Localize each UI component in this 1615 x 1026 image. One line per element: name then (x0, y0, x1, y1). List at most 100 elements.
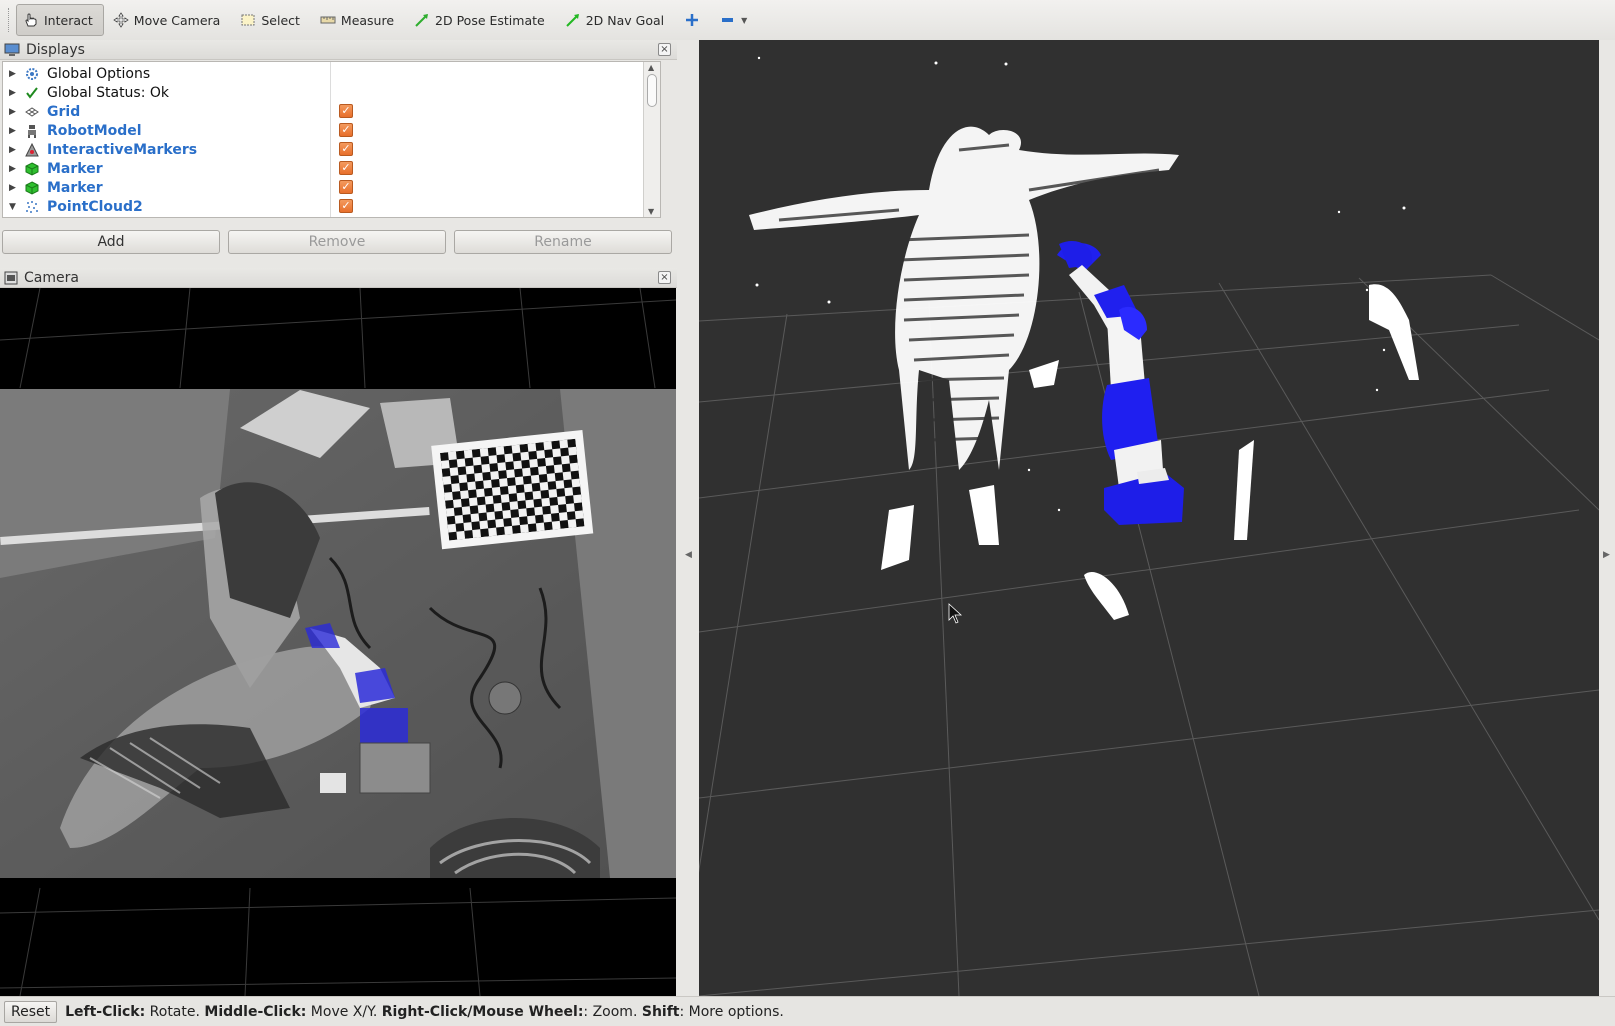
nav-arrow-icon (566, 14, 579, 27)
displays-panel-title: Displays (26, 41, 85, 58)
expand-arrow-icon[interactable]: ▶ (9, 69, 23, 79)
rename-display-button[interactable]: Rename (454, 230, 672, 254)
3d-scene (699, 56, 1599, 996)
chevron-down-icon: ▼ (741, 15, 748, 25)
hint-key: Right-Click/Mouse Wheel: (381, 1003, 584, 1020)
point-cloud (749, 56, 1419, 620)
toolbar-grip[interactable] (8, 8, 12, 32)
display-item-robotmodel[interactable]: ▶ RobotModel ✓ (3, 121, 643, 140)
scroll-down-icon[interactable]: ▼ (648, 207, 654, 216)
robotmodel-enable-checkbox[interactable]: ✓ (339, 123, 353, 137)
add-tool-button[interactable] (677, 4, 711, 36)
hint-key: Shift (641, 1003, 680, 1020)
displays-scrollbar[interactable]: ▲ ▼ (643, 62, 660, 217)
right-dock-strip[interactable]: ▶ (1599, 40, 1615, 996)
camera-panel-title: Camera (24, 269, 79, 286)
remove-tool-menu[interactable]: ▼ (713, 4, 758, 36)
expand-arrow-icon[interactable]: ▶ (9, 126, 23, 136)
expand-arrow-icon[interactable]: ▶ (9, 183, 23, 193)
ruler-icon (320, 16, 336, 24)
interact-tool-label: Interact (44, 12, 93, 28)
rviz-window: Interact Move Camera Select Measure 2D P… (0, 0, 1615, 1026)
interactivemarkers-enable-checkbox[interactable]: ✓ (339, 142, 353, 156)
close-camera-button[interactable]: × (658, 271, 671, 284)
measure-tool-button[interactable]: Measure (313, 4, 405, 36)
close-displays-button[interactable]: × (658, 43, 671, 56)
pointcloud2-enable-checkbox[interactable]: ✓ (339, 199, 353, 213)
hint-text: : More options. (679, 1003, 784, 1020)
hint-key: Middle-Click: (204, 1003, 307, 1020)
display-item-global-status[interactable]: ▶ Global Status: Ok (3, 83, 643, 102)
display-item-label: Marker (47, 160, 103, 177)
display-item-marker[interactable]: ▶ Marker ✓ (3, 178, 643, 197)
pose-arrow-icon (415, 14, 429, 27)
3d-render-view[interactable] (699, 40, 1599, 996)
display-item-global-options[interactable]: ▶ Global Options (3, 64, 643, 83)
display-item-grid[interactable]: ▶ Grid ✓ (3, 102, 643, 121)
status-bar: Reset Left-Click: Rotate. Middle-Click: … (0, 996, 1615, 1026)
move-camera-tool-label: Move Camera (133, 12, 221, 28)
display-item-label: Global Options (47, 65, 151, 82)
marker-enable-checkbox[interactable]: ✓ (339, 161, 353, 175)
displays-button-row: Add Remove Rename (2, 230, 674, 256)
select-tool-button[interactable]: Select (233, 4, 311, 36)
expand-arrow-icon[interactable]: ▶ (9, 107, 23, 117)
collapse-arrow-icon[interactable]: ▼ (9, 202, 23, 212)
expand-arrow-icon[interactable]: ▶ (9, 164, 23, 174)
grid-icon (23, 104, 41, 120)
mouse-cursor-icon (948, 603, 963, 624)
collapse-left-arrow-icon[interactable]: ◀ (685, 550, 692, 560)
select-icon (241, 14, 255, 26)
minus-icon (722, 18, 734, 22)
expand-arrow-icon[interactable]: ▶ (9, 145, 23, 155)
display-item-label: RobotModel (47, 122, 142, 139)
gear-icon (23, 66, 41, 82)
interact-tool-button[interactable]: Interact (16, 4, 104, 36)
pose-estimate-tool-button[interactable]: 2D Pose Estimate (407, 4, 556, 36)
move-camera-icon (113, 12, 129, 28)
camera-panel-icon (4, 271, 18, 284)
checkmark-icon (23, 85, 41, 101)
camera-panel-header: Camera × (0, 268, 677, 288)
grid-enable-checkbox[interactable]: ✓ (339, 104, 353, 118)
nav-goal-tool-label: 2D Nav Goal (585, 12, 665, 28)
remove-display-button[interactable]: Remove (228, 230, 446, 254)
add-display-button[interactable]: Add (2, 230, 220, 254)
display-item-label: Global Status: Ok (47, 84, 170, 101)
marker-cube-icon (23, 180, 41, 196)
scrollbar-thumb[interactable] (647, 74, 657, 107)
scroll-up-icon[interactable]: ▲ (648, 63, 654, 72)
move-camera-tool-button[interactable]: Move Camera (106, 4, 232, 36)
displays-tree: ▶ Global Options ▶ Global Status: Ok ▶ G… (2, 61, 661, 218)
display-item-marker[interactable]: ▶ Marker ✓ (3, 159, 643, 178)
camera-scene (0, 288, 676, 996)
measure-tool-label: Measure (340, 12, 395, 28)
select-tool-label: Select (261, 12, 300, 28)
camera-image-view[interactable] (0, 288, 676, 996)
panel-splitter[interactable]: ◀ (677, 40, 699, 996)
nav-goal-tool-button[interactable]: 2D Nav Goal (558, 4, 675, 36)
plus-icon (686, 14, 699, 26)
hint-key: Left-Click: (65, 1003, 146, 1020)
expand-arrow-icon[interactable]: ▶ (9, 88, 23, 98)
reset-button[interactable]: Reset (4, 1000, 58, 1023)
pose-estimate-tool-label: 2D Pose Estimate (435, 12, 545, 28)
tools-toolbar: Interact Move Camera Select Measure 2D P… (0, 0, 1615, 40)
display-item-pointcloud2[interactable]: ▼ PointCloud2 ✓ (3, 197, 643, 216)
interactive-markers-icon (23, 142, 41, 158)
monitor-icon (4, 43, 20, 56)
display-item-label: Marker (47, 179, 103, 196)
display-item-label: Grid (47, 103, 81, 120)
hint-text: : Zoom. (583, 1003, 642, 1020)
displays-panel-header: Displays × (0, 40, 677, 60)
marker-cube-icon (23, 161, 41, 177)
hand-icon (25, 13, 37, 27)
robot-arm-model (1057, 241, 1184, 525)
display-item-label: PointCloud2 (47, 198, 143, 215)
hint-text: Move X/Y. (306, 1003, 382, 1020)
display-item-interactivemarkers[interactable]: ▶ InteractiveMarkers ✓ (3, 140, 643, 159)
marker-enable-checkbox[interactable]: ✓ (339, 180, 353, 194)
display-item-label: InteractiveMarkers (47, 141, 198, 158)
mouse-hints: Left-Click: Rotate. Middle-Click: Move X… (65, 1004, 784, 1020)
expand-right-arrow-icon[interactable]: ▶ (1603, 550, 1610, 560)
